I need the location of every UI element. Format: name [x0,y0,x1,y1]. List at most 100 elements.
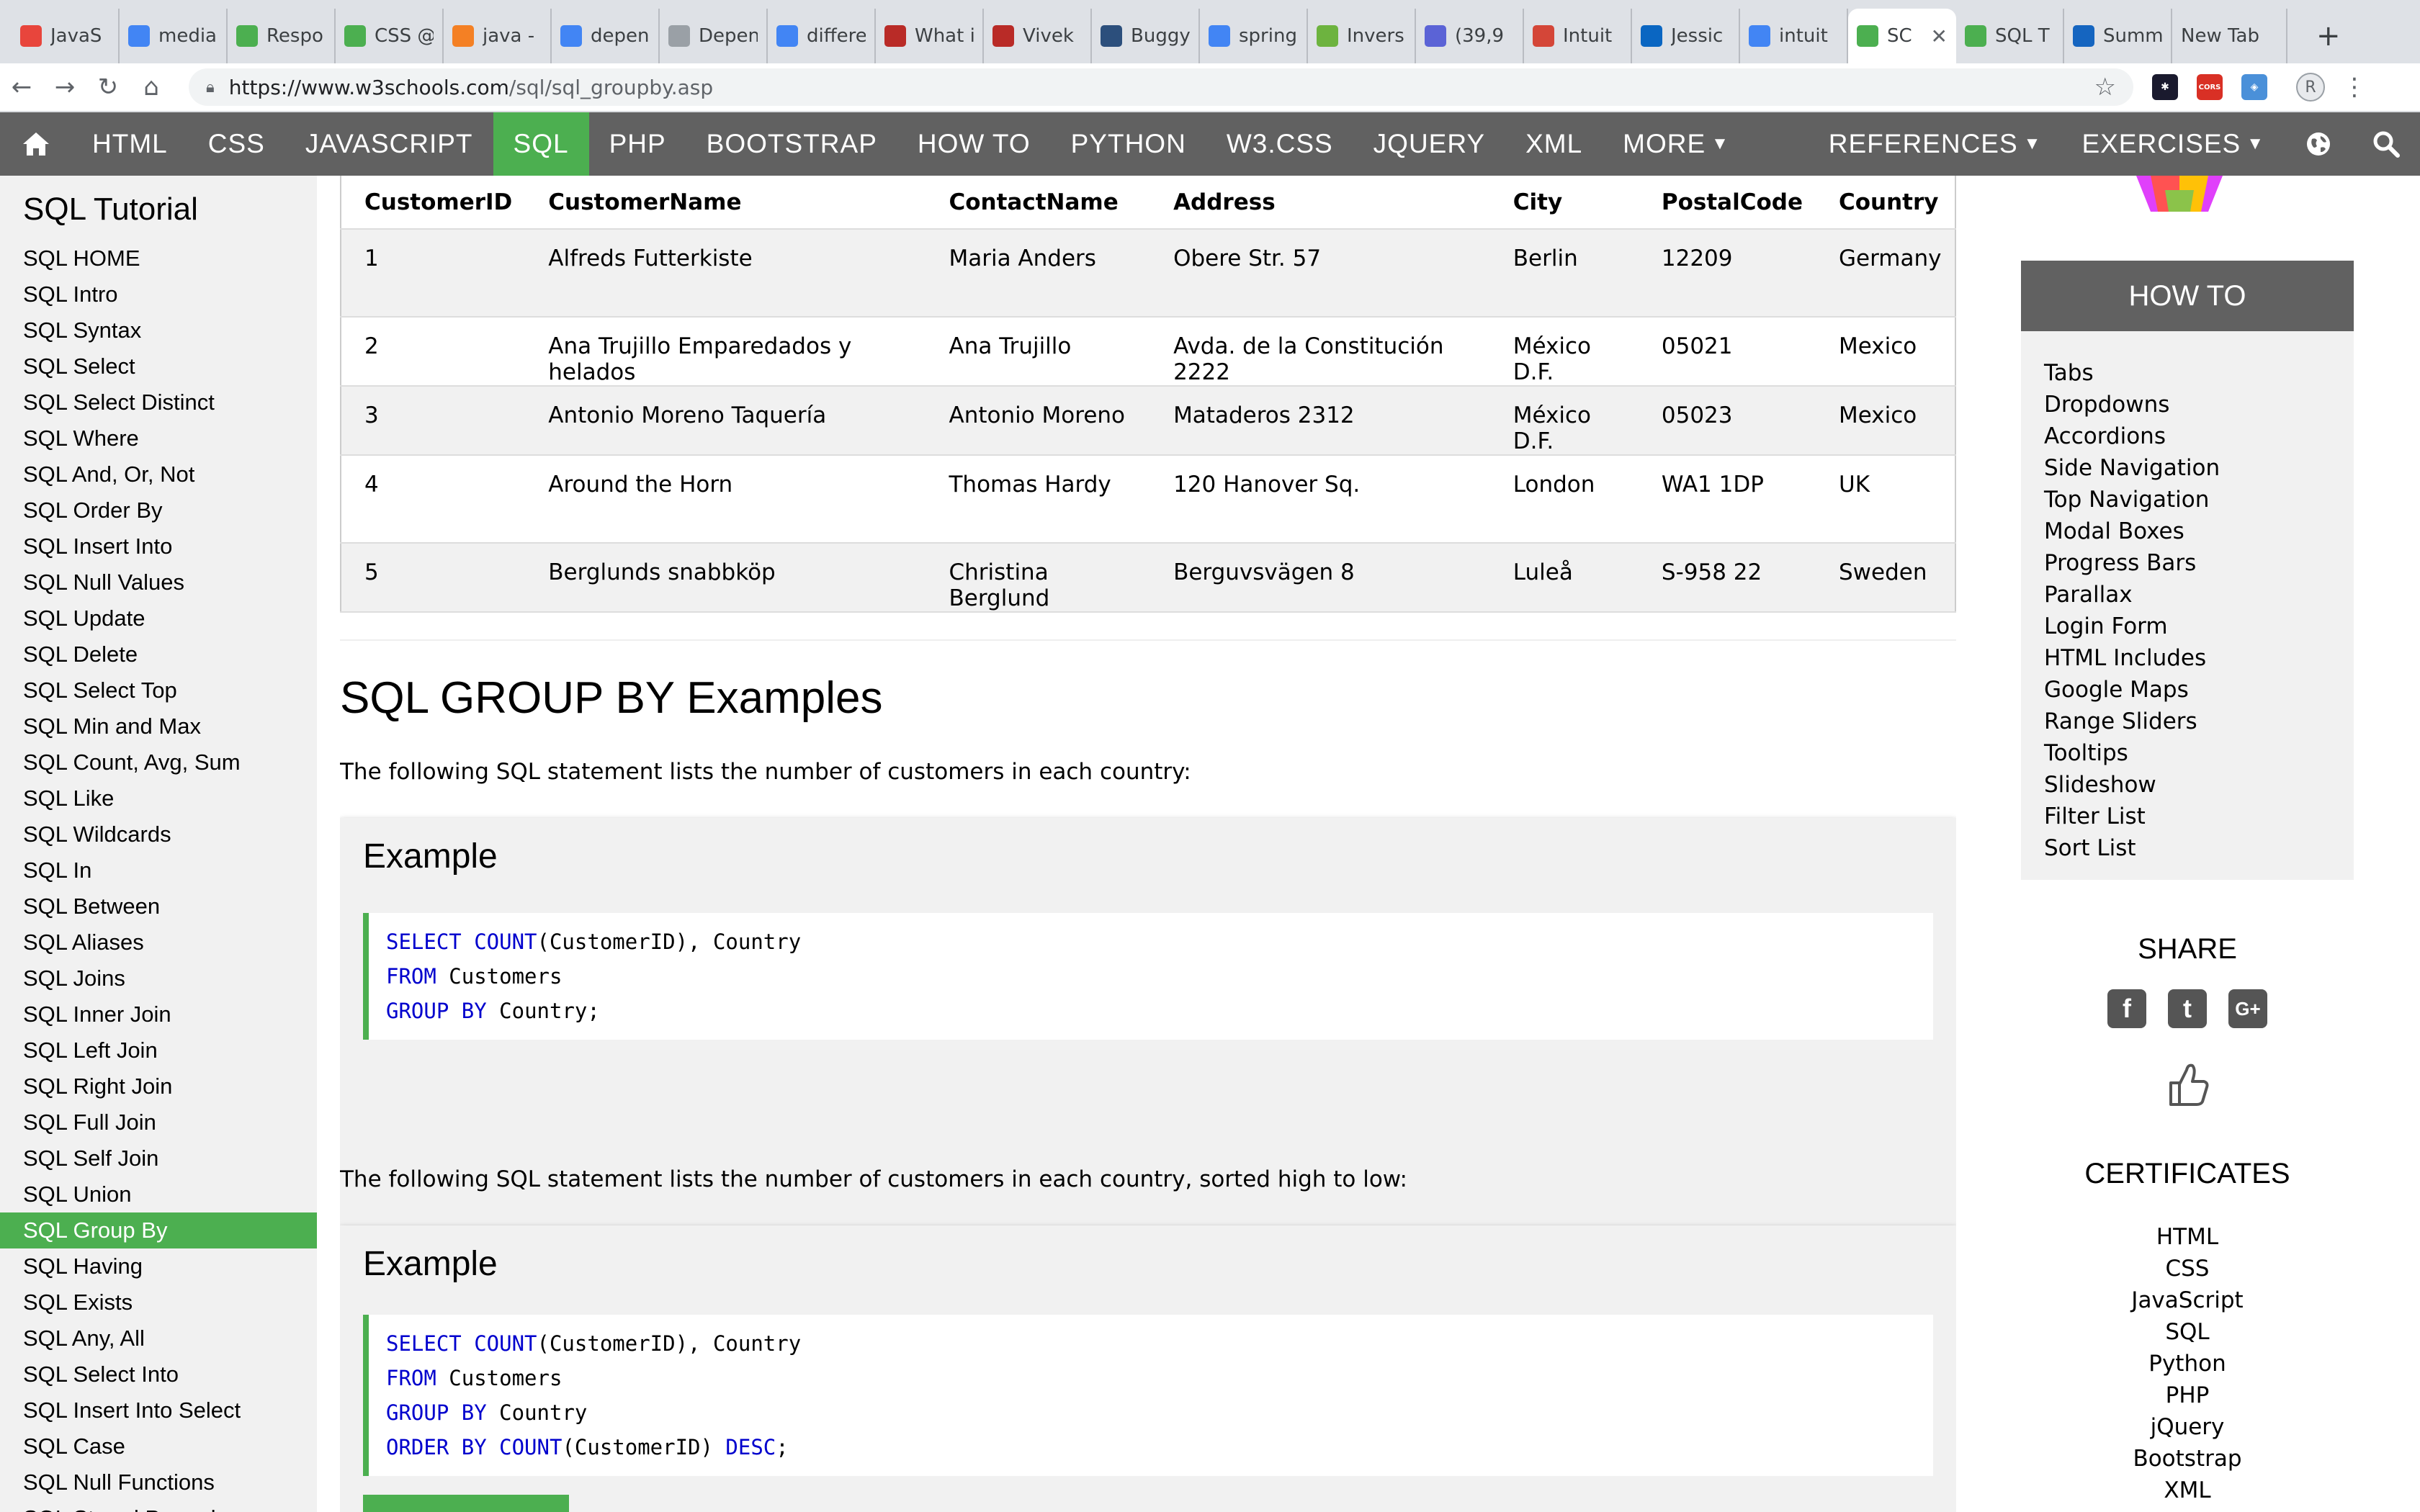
certificate-link-javascript[interactable]: JavaScript [2021,1284,2354,1316]
nav-sql[interactable]: SQL [493,112,589,176]
certificate-link-css[interactable]: CSS [2021,1253,2354,1284]
browser-tab[interactable]: Jessic [1632,9,1740,63]
browser-tab[interactable]: Summ [2064,9,2172,63]
howto-link-login-form[interactable]: Login Form [2021,611,2354,642]
tab-close-icon[interactable]: ✕ [1931,24,1948,48]
nav-references[interactable]: REFERENCES ▼ [1809,112,2062,176]
sidebar-item-sql-count-avg-sum[interactable]: SQL Count, Avg, Sum [0,744,317,780]
sidebar-item-sql-delete[interactable]: SQL Delete [0,636,317,672]
reload-icon[interactable]: ↻ [86,73,130,102]
sidebar-item-sql-group-by[interactable]: SQL Group By [0,1212,317,1248]
sidebar-item-sql-in[interactable]: SQL In [0,852,317,888]
sidebar-item-sql-and-or-not[interactable]: SQL And, Or, Not [0,456,317,492]
browser-tab[interactable]: differe [768,9,876,63]
sidebar-item-sql-select[interactable]: SQL Select [0,348,317,384]
certificate-link-bootstrap[interactable]: Bootstrap [2021,1443,2354,1475]
nav-php[interactable]: PHP [589,112,686,176]
nav-exercises[interactable]: EXERCISES ▼ [2061,112,2285,176]
back-arrow-icon[interactable]: ← [0,73,43,102]
sidebar-item-sql-syntax[interactable]: SQL Syntax [0,312,317,348]
howto-link-side-navigation[interactable]: Side Navigation [2021,452,2354,484]
sidebar-item-sql-aliases[interactable]: SQL Aliases [0,924,317,960]
extension-icon-blue[interactable]: ◈ [2241,74,2267,100]
sidebar-item-sql-exists[interactable]: SQL Exists [0,1284,317,1320]
address-bar[interactable]: 🔒︎ https://www.w3schools.com/sql/sql_gro… [189,68,2133,106]
sidebar-item-sql-null-values[interactable]: SQL Null Values [0,564,317,600]
howto-link-progress-bars[interactable]: Progress Bars [2021,547,2354,579]
certificate-link-sql[interactable]: SQL [2021,1316,2354,1348]
sidebar-item-sql-having[interactable]: SQL Having [0,1248,317,1284]
howto-link-parallax[interactable]: Parallax [2021,579,2354,611]
howto-link-modal-boxes[interactable]: Modal Boxes [2021,516,2354,547]
sidebar-item-sql-insert-into[interactable]: SQL Insert Into [0,528,317,564]
sidebar-item-sql-select-top[interactable]: SQL Select Top [0,672,317,708]
sidebar-item-sql-insert-into-select[interactable]: SQL Insert Into Select [0,1392,317,1428]
browser-tab[interactable]: depen [552,9,660,63]
thumbs-up-icon[interactable] [2162,1060,2213,1110]
browser-tab[interactable]: media [120,9,228,63]
profile-avatar[interactable]: R [2296,73,2325,102]
forward-arrow-icon[interactable]: → [43,73,86,102]
howto-link-google-maps[interactable]: Google Maps [2021,674,2354,706]
sidebar-item-sql-wildcards[interactable]: SQL Wildcards [0,816,317,852]
facebook-icon[interactable]: f [2107,989,2146,1028]
howto-link-slideshow[interactable]: Slideshow [2021,769,2354,801]
browser-tab[interactable]: New Tab [2172,9,2287,63]
search-icon[interactable] [2352,112,2420,176]
certificate-link-python[interactable]: Python [2021,1348,2354,1380]
sidebar-item-sql-order-by[interactable]: SQL Order By [0,492,317,528]
nav-jquery[interactable]: JQUERY [1353,112,1505,176]
sidebar-item-sql-any-all[interactable]: SQL Any, All [0,1320,317,1356]
sidebar-item-sql-between[interactable]: SQL Between [0,888,317,924]
howto-link-filter-list[interactable]: Filter List [2021,801,2354,832]
nav-css[interactable]: CSS [188,112,285,176]
bookmark-star-icon[interactable]: ☆ [2094,73,2116,102]
howto-link-sort-list[interactable]: Sort List [2021,832,2354,864]
browser-tab[interactable]: What i [876,9,984,63]
certificate-link-xml[interactable]: XML [2021,1475,2354,1506]
sidebar-item-sql-case[interactable]: SQL Case [0,1428,317,1464]
browser-tab[interactable]: SQL T [1956,9,2064,63]
sidebar-item-sql-joins[interactable]: SQL Joins [0,960,317,996]
certificate-link-php[interactable]: PHP [2021,1380,2354,1411]
sidebar-item-sql-update[interactable]: SQL Update [0,600,317,636]
sidebar-item-sql-min-and-max[interactable]: SQL Min and Max [0,708,317,744]
nav-python[interactable]: PYTHON [1051,112,1206,176]
sidebar-item-sql-right-join[interactable]: SQL Right Join [0,1068,317,1104]
browser-tab[interactable]: Invers [1308,9,1416,63]
globe-icon[interactable] [2285,112,2352,176]
sidebar-item-sql-where[interactable]: SQL Where [0,420,317,456]
sidebar-item-sql-left-join[interactable]: SQL Left Join [0,1032,317,1068]
sidebar-item-sql-full-join[interactable]: SQL Full Join [0,1104,317,1140]
browser-tab[interactable]: JavaS [12,9,120,63]
howto-link-accordions[interactable]: Accordions [2021,420,2354,452]
browser-tab[interactable]: Buggy [1092,9,1200,63]
cors-extension-icon[interactable]: CORS [2197,74,2223,100]
browser-tab[interactable]: Intuit [1524,9,1632,63]
howto-link-range-sliders[interactable]: Range Sliders [2021,706,2354,737]
browser-tab[interactable]: CSS @ [336,9,444,63]
home-icon[interactable]: ⌂ [130,73,173,102]
nav-w3-css[interactable]: W3.CSS [1206,112,1353,176]
extension-icon-dark[interactable]: ✱ [2152,74,2178,100]
nav-javascript[interactable]: JAVASCRIPT [285,112,493,176]
sidebar-item-sql-home[interactable]: SQL HOME [0,240,317,276]
browser-tab[interactable]: Vivek [984,9,1092,63]
new-tab-button[interactable]: + [2302,9,2355,63]
browser-tab[interactable]: (39,9 [1416,9,1524,63]
sidebar-item-sql-self-join[interactable]: SQL Self Join [0,1140,317,1176]
sidebar-item-sql-select-into[interactable]: SQL Select Into [0,1356,317,1392]
sidebar-item-sql-null-functions[interactable]: SQL Null Functions [0,1464,317,1500]
nav-bootstrap[interactable]: BOOTSTRAP [686,112,897,176]
howto-link-tooltips[interactable]: Tooltips [2021,737,2354,769]
sidebar-item-sql-stored-procedures[interactable]: SQL Stored Procedures [0,1500,317,1512]
sidebar-item-sql-intro[interactable]: SQL Intro [0,276,317,312]
try-it-yourself-button[interactable]: Try it Yourself » [363,1495,570,1512]
sidebar-item-sql-inner-join[interactable]: SQL Inner Join [0,996,317,1032]
nav-how-to[interactable]: HOW TO [897,112,1051,176]
browser-tab[interactable]: intuit [1740,9,1848,63]
browser-tab[interactable]: Depen [660,9,768,63]
sidebar-item-sql-select-distinct[interactable]: SQL Select Distinct [0,384,317,420]
howto-link-html-includes[interactable]: HTML Includes [2021,642,2354,674]
nav-html[interactable]: HTML [72,112,188,176]
